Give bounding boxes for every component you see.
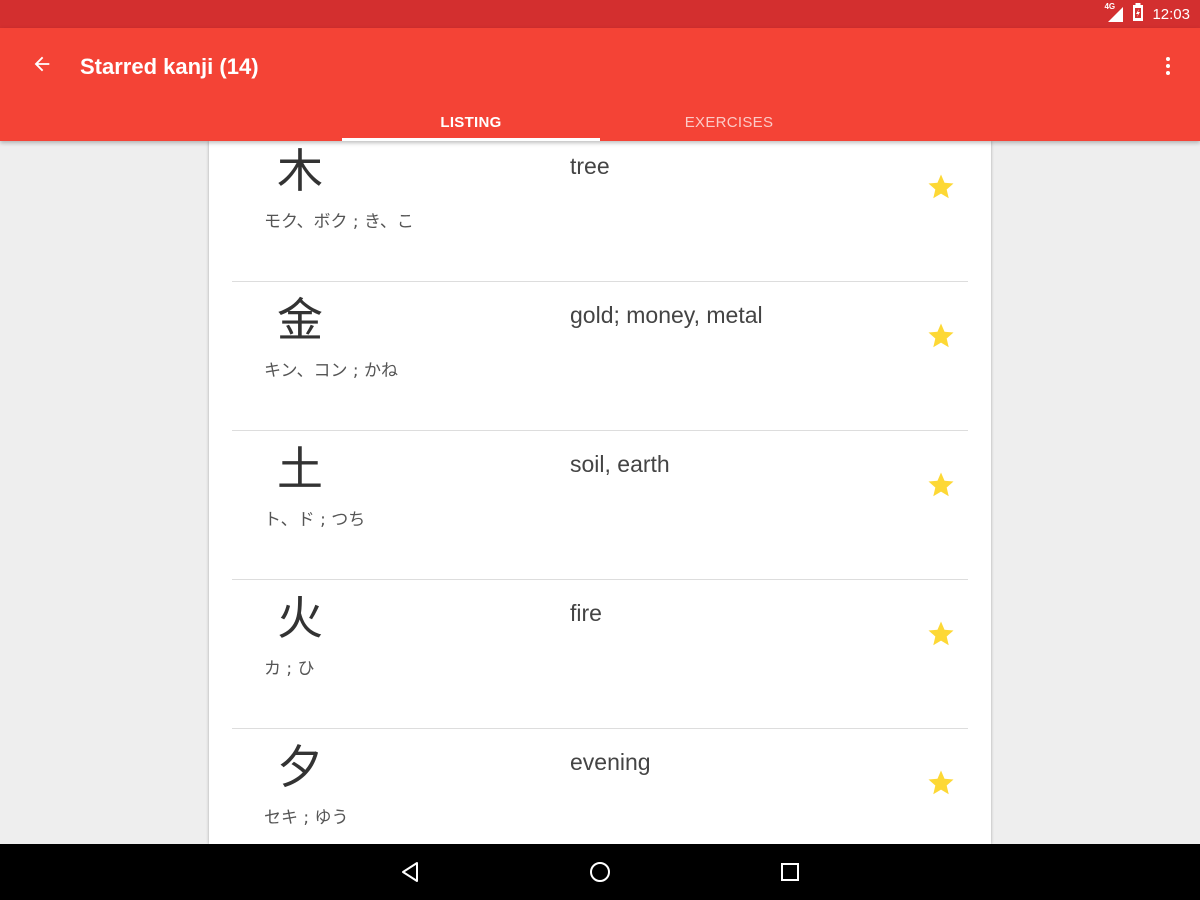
kanji-reading: カ ; ひ xyxy=(264,659,315,679)
back-button[interactable] xyxy=(22,46,62,86)
arrow-back-icon xyxy=(31,53,53,80)
kanji-list-card: 木 モク、ボク ; き、こ tree 金 キン、コン ; かね gold; mo… xyxy=(209,141,991,844)
nav-back-button[interactable] xyxy=(390,852,430,892)
star-button[interactable] xyxy=(921,316,961,356)
kanji-list: 木 モク、ボク ; き、こ tree 金 キン、コン ; かね gold; mo… xyxy=(209,141,991,844)
nav-back-icon xyxy=(402,862,418,882)
star-icon xyxy=(928,174,954,199)
kanji-reading: セキ ; ゆう xyxy=(264,808,349,828)
nav-recents-button[interactable] xyxy=(770,852,810,892)
kanji-row[interactable]: 土 ト、ド ; つち soil, earth xyxy=(209,431,991,580)
kanji-row[interactable]: 火 カ ; ひ fire xyxy=(209,580,991,729)
kanji-character: 金 xyxy=(277,293,323,347)
nav-recents-icon xyxy=(781,863,799,881)
star-icon xyxy=(928,323,954,348)
tab-exercises-label: EXERCISES xyxy=(684,114,774,131)
kanji-meaning: gold; money, metal xyxy=(570,302,763,328)
nav-home-button[interactable] xyxy=(580,852,620,892)
battery-icon xyxy=(1132,2,1144,26)
status-time: 12:03 xyxy=(1152,5,1190,23)
nav-home-icon xyxy=(590,862,610,882)
kanji-reading: ト、ド ; つち xyxy=(264,510,366,530)
more-vert-icon xyxy=(1166,57,1170,75)
kanji-character: 夕 xyxy=(277,740,323,794)
kanji-row[interactable]: 木 モク、ボク ; き、こ tree xyxy=(209,141,991,282)
kanji-character: 火 xyxy=(277,591,323,645)
status-bar: 4G 12:03 xyxy=(0,0,1200,28)
kanji-row[interactable]: 夕 セキ ; ゆう evening xyxy=(209,729,991,844)
kanji-meaning: evening xyxy=(570,749,651,775)
tab-indicator xyxy=(342,138,600,141)
kanji-character: 土 xyxy=(277,442,323,496)
kanji-reading: キン、コン ; かね xyxy=(264,361,399,381)
system-nav-bar xyxy=(0,844,1200,900)
star-button[interactable] xyxy=(921,763,961,803)
more-options-button[interactable] xyxy=(1156,48,1180,84)
kanji-reading: モク、ボク ; き、こ xyxy=(264,212,414,232)
kanji-meaning: fire xyxy=(570,600,602,626)
star-button[interactable] xyxy=(921,167,961,207)
kanji-meaning: soil, earth xyxy=(570,451,670,477)
star-icon xyxy=(928,472,954,497)
tab-listing[interactable]: LISTING xyxy=(342,102,600,141)
kanji-character: 木 xyxy=(277,144,323,198)
page-title: Starred kanji (14) xyxy=(80,54,259,79)
tab-listing-label: LISTING xyxy=(440,114,502,131)
star-icon xyxy=(928,621,954,646)
network-type-label: 4G xyxy=(1104,2,1116,11)
star-icon xyxy=(928,770,954,795)
star-button[interactable] xyxy=(921,614,961,654)
kanji-row[interactable]: 金 キン、コン ; かね gold; money, metal xyxy=(209,282,991,431)
kanji-meaning: tree xyxy=(570,153,610,179)
app-bar: Starred kanji (14) LISTING EXERCISES xyxy=(0,28,1200,141)
signal-icon: 4G xyxy=(1104,2,1124,23)
status-icons: 4G 12:03 xyxy=(1104,0,1190,28)
star-button[interactable] xyxy=(921,465,961,505)
tab-exercises[interactable]: EXERCISES xyxy=(600,102,858,141)
